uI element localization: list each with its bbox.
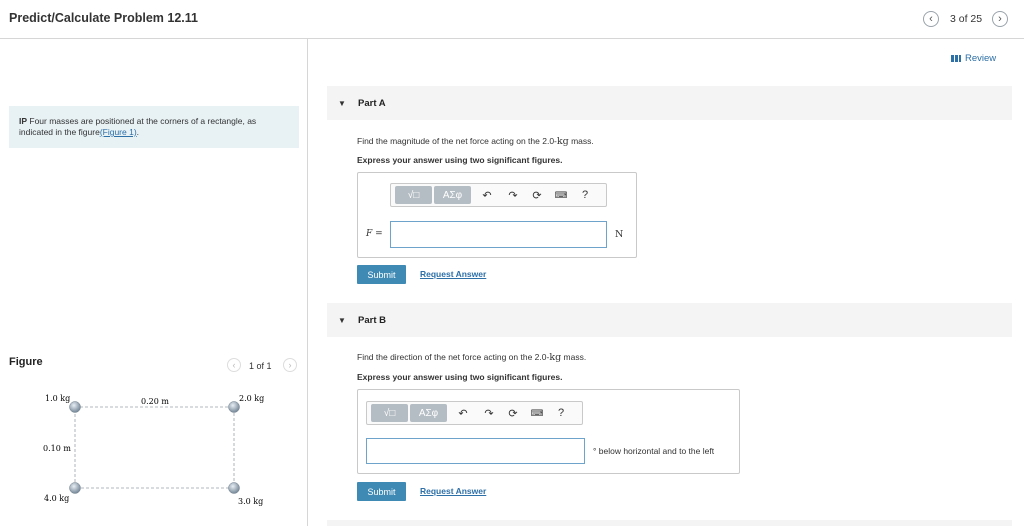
part-a-question: Find the magnitude of the net force acti… [357,136,594,147]
greek-symbols-button[interactable]: ΑΣφ [410,404,447,422]
greek-symbols-button[interactable]: ΑΣφ [434,186,471,204]
mass-label-top-left: 1.0 kg [45,394,70,403]
part-a-toolbar: √□ ΑΣφ ↶ ↷ ⟳ ⌨ ? [390,183,607,207]
part-b-instruction: Express your answer using two significan… [357,372,563,382]
problem-statement: IP Four masses are positioned at the cor… [9,106,299,148]
review-link[interactable]: Review [951,53,996,64]
part-a-answer-input[interactable] [390,221,607,248]
part-a-unit: N [615,229,624,240]
part-b-answer-input[interactable] [366,438,585,464]
keyboard-icon[interactable]: ⌨ [551,190,571,201]
prev-problem-button[interactable]: ‹ [923,11,939,27]
problem-suffix: . [136,127,140,137]
part-b-label: Part B [358,315,386,326]
question-text-end: mass. [561,352,587,362]
question-text: Find the magnitude of the net force acti… [357,136,557,146]
question-unit: kg [549,352,562,363]
sqrt-template-icon: √□ [407,189,420,201]
mass-ball-2kg [228,401,240,413]
part-a-header[interactable]: ▼ Part A [327,86,1012,120]
part-b-request-answer-link[interactable]: Request Answer [420,486,486,496]
chevron-right-icon: › [998,13,1002,25]
reset-icon[interactable]: ⟳ [503,407,523,420]
problem-prefix: IP [19,116,28,126]
mass-label-bottom-left: 4.0 kg [44,494,69,503]
figure-prev-button[interactable]: ‹ [227,358,241,372]
chevron-left-icon: ‹ [929,13,933,25]
greek-letters-icon: ΑΣφ [442,189,463,201]
undo-icon[interactable]: ↶ [477,189,497,202]
template-button[interactable]: √□ [371,404,408,422]
redo-icon[interactable]: ↷ [479,407,499,420]
rectangle-outline [74,406,235,489]
help-icon[interactable]: ? [575,189,595,201]
figure-link[interactable]: (Figure 1) [100,127,137,137]
reset-icon[interactable]: ⟳ [527,189,547,202]
figure-diagram: 1.0 kg 2.0 kg 4.0 kg 3.0 kg 0.20 m 0.10 … [43,394,264,506]
mass-ball-3kg [228,482,240,494]
collapse-triangle-icon: ▼ [338,99,346,108]
review-bars-icon [951,55,961,62]
part-a-request-answer-link[interactable]: Request Answer [420,269,486,279]
collapse-triangle-icon: ▼ [338,316,346,325]
mass-ball-1kg [69,401,81,413]
part-b-question: Find the direction of the net force acti… [357,352,586,363]
sqrt-template-icon: √□ [383,407,396,419]
mass-ball-4kg [69,482,81,494]
part-b-submit-button[interactable]: Submit [357,482,406,501]
part-a-variable-label: F = [366,229,383,239]
mass-label-top-right: 2.0 kg [239,394,264,403]
figure-counter: 1 of 1 [249,361,272,371]
part-c-header-partial [327,520,1012,526]
greek-letters-icon: ΑΣφ [418,407,439,419]
part-a-instruction: Express your answer using two significan… [357,155,563,165]
template-button[interactable]: √□ [395,186,432,204]
redo-icon[interactable]: ↷ [503,189,523,202]
figure-next-button[interactable]: › [283,358,297,372]
figure-heading: Figure [9,356,43,368]
chevron-right-icon: › [288,360,292,370]
question-unit: kg [556,136,569,147]
part-a-label: Part A [358,98,386,109]
part-b-unit: ° below horizontal and to the left [593,446,715,456]
height-label: 0.10 m [43,444,71,453]
problem-counter: 3 of 25 [950,13,983,25]
keyboard-icon[interactable]: ⌨ [527,408,547,419]
mass-label-bottom-right: 3.0 kg [238,497,263,506]
question-text-end: mass. [568,136,594,146]
review-label: Review [965,53,997,64]
width-label: 0.20 m [141,397,169,406]
part-a-submit-button[interactable]: Submit [357,265,406,284]
part-b-header[interactable]: ▼ Part B [327,303,1012,337]
help-icon[interactable]: ? [551,407,571,419]
page-title: Predict/Calculate Problem 12.11 [9,11,198,25]
undo-icon[interactable]: ↶ [453,407,473,420]
next-problem-button[interactable]: › [992,11,1008,27]
question-text: Find the direction of the net force acti… [357,352,550,362]
part-b-toolbar: √□ ΑΣφ ↶ ↷ ⟳ ⌨ ? [366,401,583,425]
chevron-left-icon: ‹ [232,360,236,370]
panel-divider [307,39,308,526]
